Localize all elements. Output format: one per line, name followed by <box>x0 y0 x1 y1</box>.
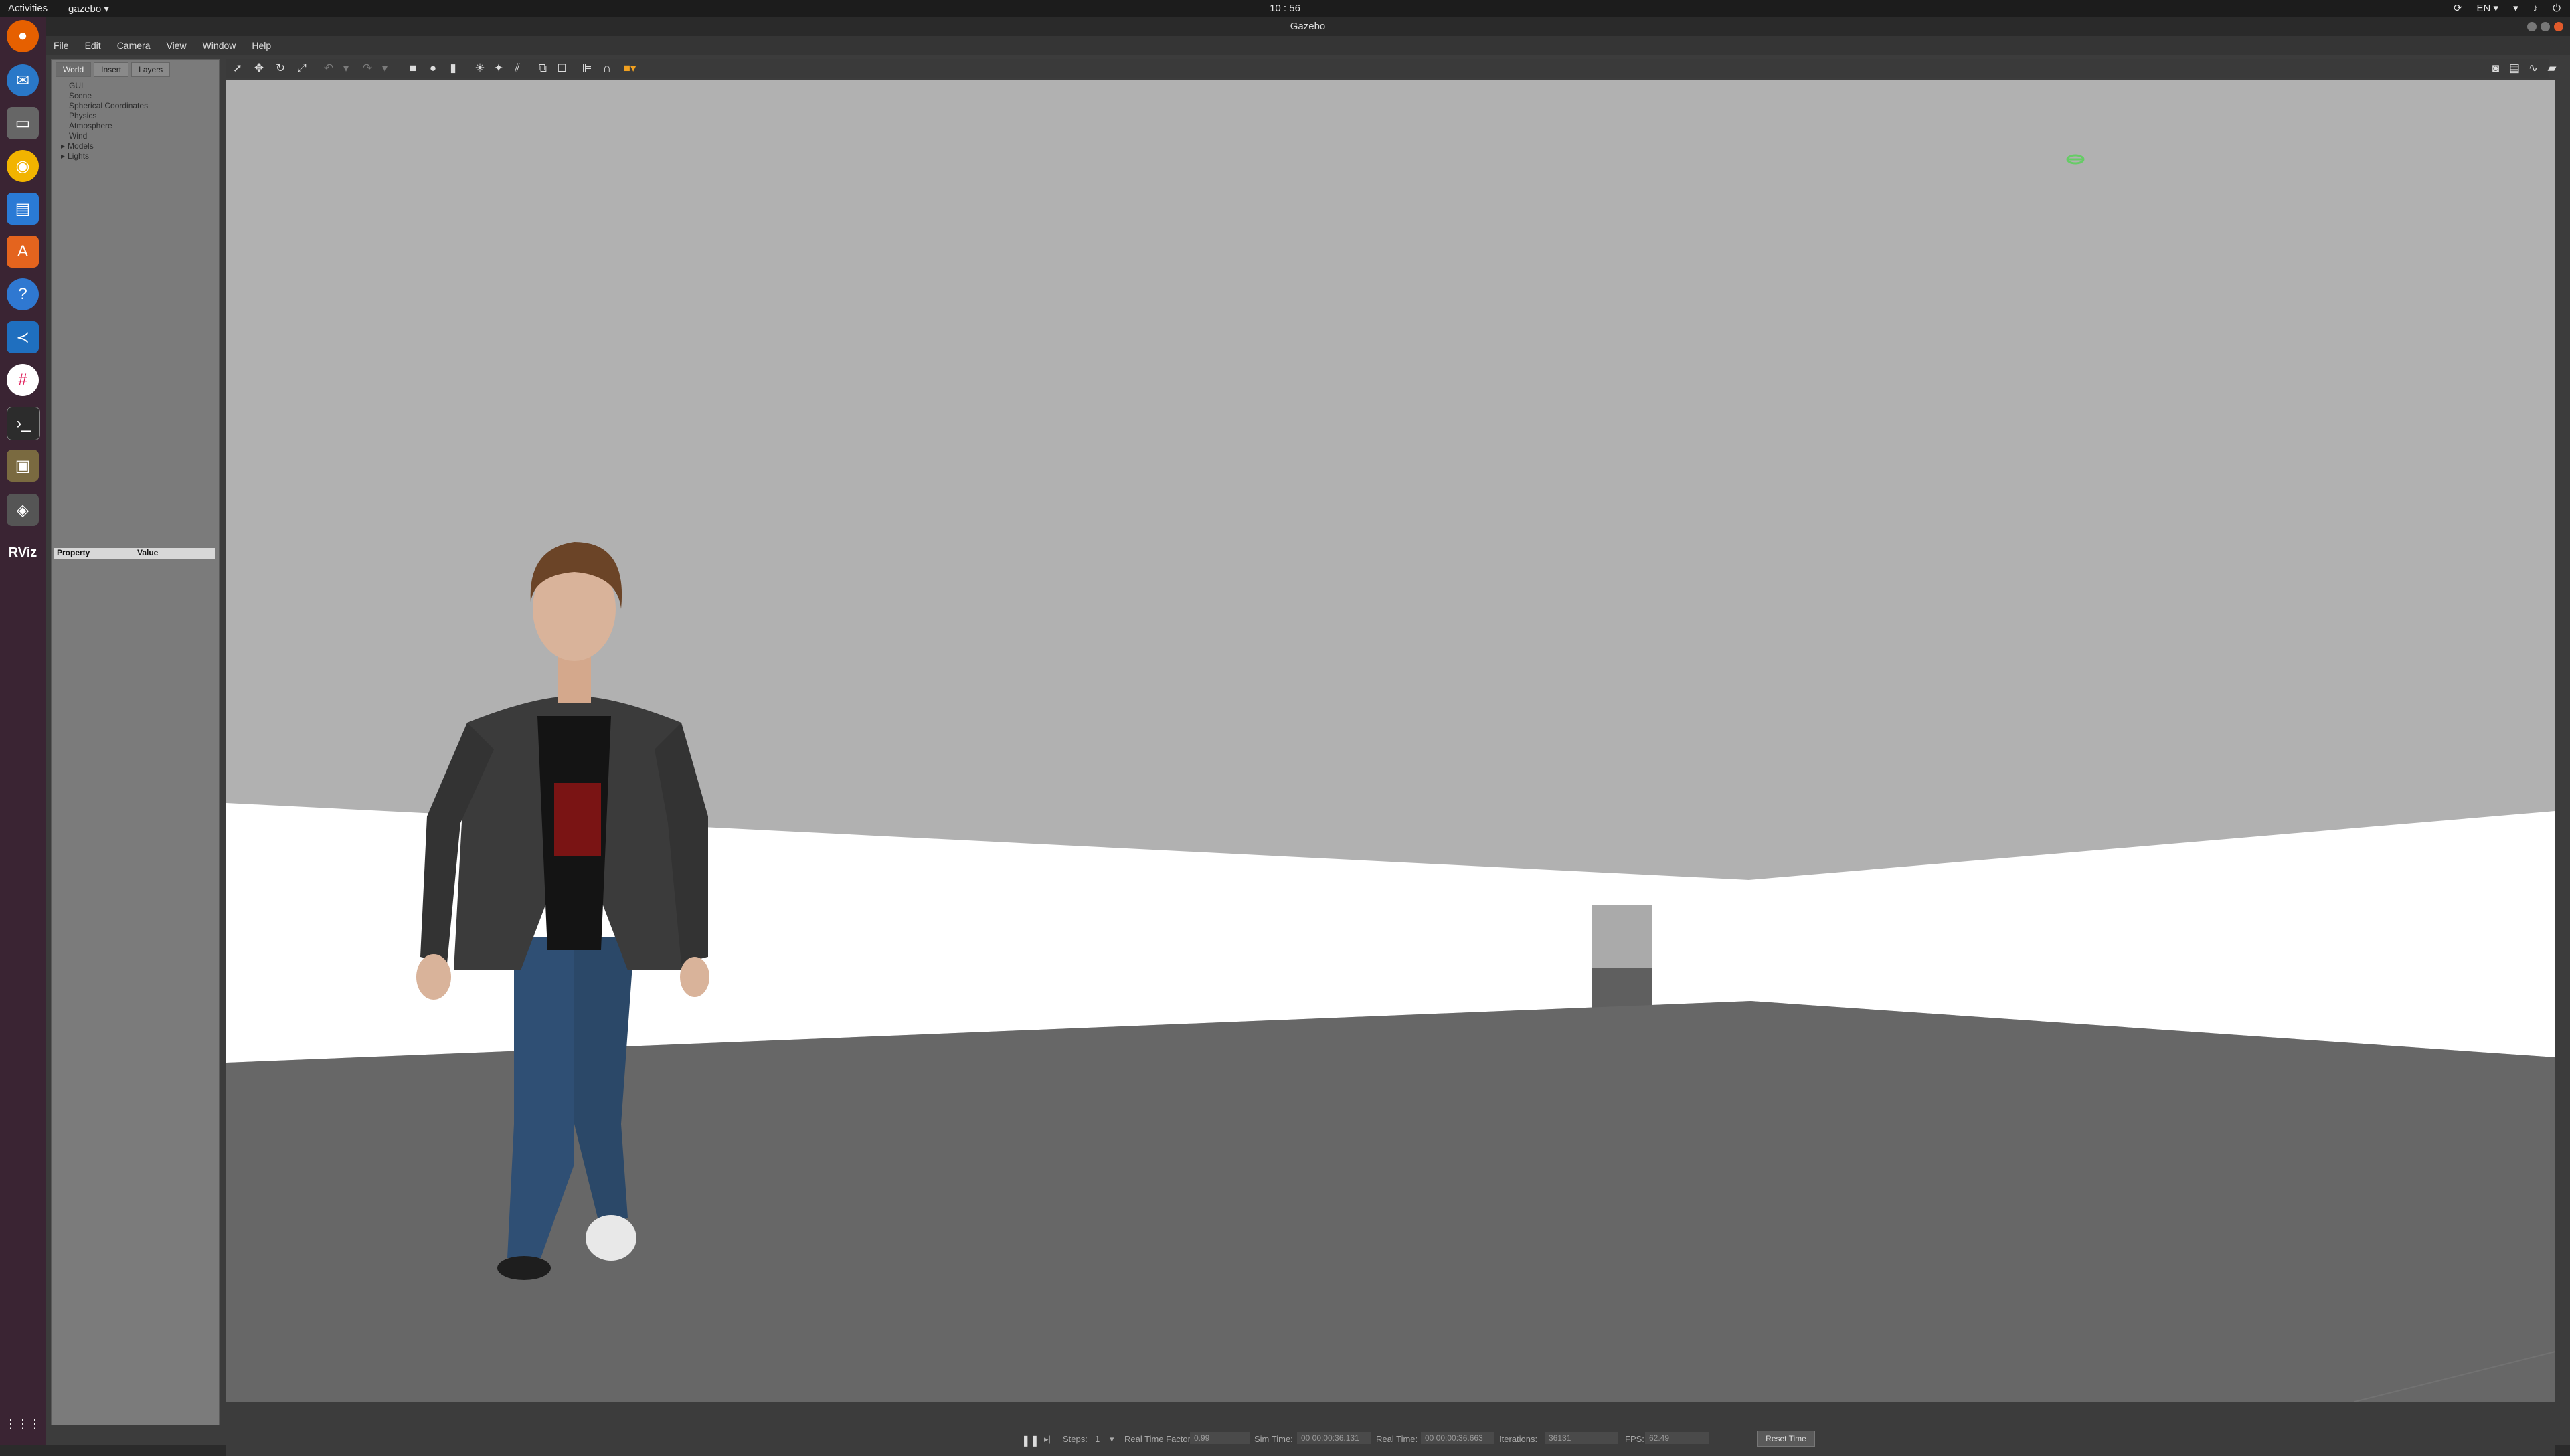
left-panel: World Insert Layers GUI Scene Spherical … <box>51 59 220 1425</box>
property-column-header: Property <box>57 548 90 557</box>
menu-window[interactable]: Window <box>203 36 236 55</box>
steps-value[interactable]: 1 <box>1095 1434 1100 1444</box>
panel-tabs: World Insert Layers <box>52 60 219 80</box>
rtf-value: 0.99 <box>1190 1432 1250 1444</box>
gazebo-window: Gazebo File Edit Camera View Window Help… <box>46 17 2570 1456</box>
rviz-icon[interactable]: RViz <box>7 537 39 569</box>
step-icon[interactable]: ▸| <box>1044 1434 1051 1445</box>
menu-camera[interactable]: Camera <box>117 36 151 55</box>
redo-icon[interactable]: ↷ <box>360 62 375 75</box>
screenshot-icon[interactable]: ◙ <box>2488 62 2503 75</box>
status-bar: ❚❚ ▸| Steps: 1 ▾ Real Time Factor: 0.99 … <box>226 1423 2555 1456</box>
box-shape-icon[interactable]: ■ <box>406 62 420 75</box>
sim-time-value: 00 00:00:36.131 <box>1297 1432 1371 1444</box>
menu-help[interactable]: Help <box>252 36 271 55</box>
steps-label: Steps: <box>1063 1434 1088 1444</box>
cylinder-shape-icon[interactable]: ▮ <box>446 62 460 75</box>
tree-item-models[interactable]: Models <box>68 141 219 151</box>
gazebo-icon[interactable]: ◈ <box>7 494 39 526</box>
video-record-icon[interactable]: ▰ <box>2545 62 2559 75</box>
update-icon[interactable]: ⟳ <box>2454 2 2462 14</box>
menu-bar: File Edit Camera View Window Help <box>46 36 2570 55</box>
sphere-shape-icon[interactable]: ● <box>426 62 440 75</box>
terminal-icon[interactable]: ›_ <box>7 407 40 440</box>
world-tree: GUI Scene Spherical Coordinates Physics … <box>52 80 219 161</box>
3d-viewport[interactable] <box>226 80 2555 1402</box>
tree-item-atmosphere[interactable]: Atmosphere <box>69 121 219 131</box>
tree-item-spherical-coordinates[interactable]: Spherical Coordinates <box>69 101 219 111</box>
doorway-upper <box>1592 905 1652 968</box>
system-top-bar: Activities gazebo ▾ 10 : 56 ⟳ EN ▾ ▾ ♪ ⏻ <box>0 0 2570 17</box>
toolbar: ➚ ✥ ↻ ⤢ ↶ ▾ ↷ ▾ ■ ● ▮ ☀ ✦ ⫽ ⧉ ⧠ ⊫ ∩ ■▾ ◙… <box>226 59 2557 78</box>
rtf-label: Real Time Factor: <box>1124 1434 1193 1444</box>
property-table-header: Property Value <box>54 548 215 559</box>
snap-icon[interactable]: ∩ <box>600 62 614 75</box>
tab-world[interactable]: World <box>56 62 92 77</box>
real-time-label: Real Time: <box>1376 1434 1418 1444</box>
undo-dropdown-icon[interactable]: ▾ <box>339 62 353 75</box>
window-titlebar[interactable]: Gazebo <box>46 17 2570 36</box>
clock[interactable]: 10 : 56 <box>1270 3 1300 14</box>
paste-icon[interactable]: ⧠ <box>554 62 569 75</box>
software-icon[interactable]: A <box>7 236 39 268</box>
tab-insert[interactable]: Insert <box>94 62 129 77</box>
tree-item-wind[interactable]: Wind <box>69 131 219 141</box>
rotate-mode-icon[interactable]: ↻ <box>273 62 288 75</box>
sim-time-label: Sim Time: <box>1254 1434 1293 1444</box>
firefox-icon[interactable]: ● <box>7 20 39 52</box>
iterations-value: 36131 <box>1545 1432 1618 1444</box>
menu-view[interactable]: View <box>166 36 186 55</box>
menu-edit[interactable]: Edit <box>85 36 101 55</box>
scene-render <box>226 80 2555 1402</box>
copy-icon[interactable]: ⧉ <box>535 62 550 75</box>
volume-icon[interactable]: ♪ <box>2533 3 2539 14</box>
spot-light-icon[interactable]: ✦ <box>491 62 506 75</box>
orange-view-icon[interactable]: ■▾ <box>622 62 637 75</box>
fps-value: 62.49 <box>1645 1432 1709 1444</box>
dock: ● ✉ ▭ ◉ ▤ A ? ≺ # ›_ ▣ ◈ RViz ⋮⋮⋮ <box>0 17 46 1445</box>
close-icon[interactable] <box>2554 22 2563 31</box>
system-tray[interactable]: ⟳ EN ▾ ▾ ♪ ⏻ <box>2454 2 2561 15</box>
reset-time-button[interactable]: Reset Time <box>1757 1431 1815 1447</box>
tree-item-gui[interactable]: GUI <box>69 81 219 91</box>
network-icon[interactable]: ▾ <box>2513 2 2518 14</box>
select-mode-icon[interactable]: ➚ <box>230 62 245 75</box>
value-column-header: Value <box>137 548 159 557</box>
real-time-value: 00 00:00:36.663 <box>1421 1432 1494 1444</box>
rhythmbox-icon[interactable]: ◉ <box>7 150 39 182</box>
activities-button[interactable]: Activities <box>8 3 48 14</box>
language-indicator[interactable]: EN ▾ <box>2477 2 2499 14</box>
window-title: Gazebo <box>1290 21 1326 32</box>
show-applications-icon[interactable]: ⋮⋮⋮ <box>5 1408 41 1440</box>
translate-mode-icon[interactable]: ✥ <box>252 62 266 75</box>
thunderbird-icon[interactable]: ✉ <box>7 64 39 96</box>
point-light-icon[interactable]: ☀ <box>473 62 487 75</box>
menu-file[interactable]: File <box>54 36 69 55</box>
power-icon[interactable]: ⏻ <box>2553 3 2561 14</box>
vscode-icon[interactable]: ≺ <box>7 321 39 353</box>
slack-icon[interactable]: # <box>7 364 39 396</box>
image-viewer-icon[interactable]: ▣ <box>7 450 39 482</box>
tree-item-lights[interactable]: Lights <box>68 151 219 161</box>
plot-icon[interactable]: ∿ <box>2526 62 2541 75</box>
tree-item-physics[interactable]: Physics <box>69 111 219 121</box>
tab-layers[interactable]: Layers <box>131 62 171 77</box>
help-icon[interactable]: ? <box>7 278 39 310</box>
directional-light-icon[interactable]: ⫽ <box>510 62 525 75</box>
iterations-label: Iterations: <box>1499 1434 1538 1444</box>
maximize-icon[interactable] <box>2541 22 2550 31</box>
undo-icon[interactable]: ↶ <box>321 62 336 75</box>
fps-label: FPS: <box>1625 1434 1644 1444</box>
app-menu[interactable]: gazebo ▾ <box>68 3 109 15</box>
minimize-icon[interactable] <box>2527 22 2537 31</box>
pause-icon[interactable]: ❚❚ <box>1021 1434 1039 1447</box>
log-icon[interactable]: ▤ <box>2507 62 2522 75</box>
steps-dropdown-icon[interactable]: ▾ <box>1110 1434 1114 1445</box>
scale-mode-icon[interactable]: ⤢ <box>294 62 309 75</box>
tree-item-scene[interactable]: Scene <box>69 91 219 101</box>
align-icon[interactable]: ⊫ <box>580 62 594 75</box>
files-icon[interactable]: ▭ <box>7 107 39 139</box>
redo-dropdown-icon[interactable]: ▾ <box>377 62 392 75</box>
writer-icon[interactable]: ▤ <box>7 193 39 225</box>
